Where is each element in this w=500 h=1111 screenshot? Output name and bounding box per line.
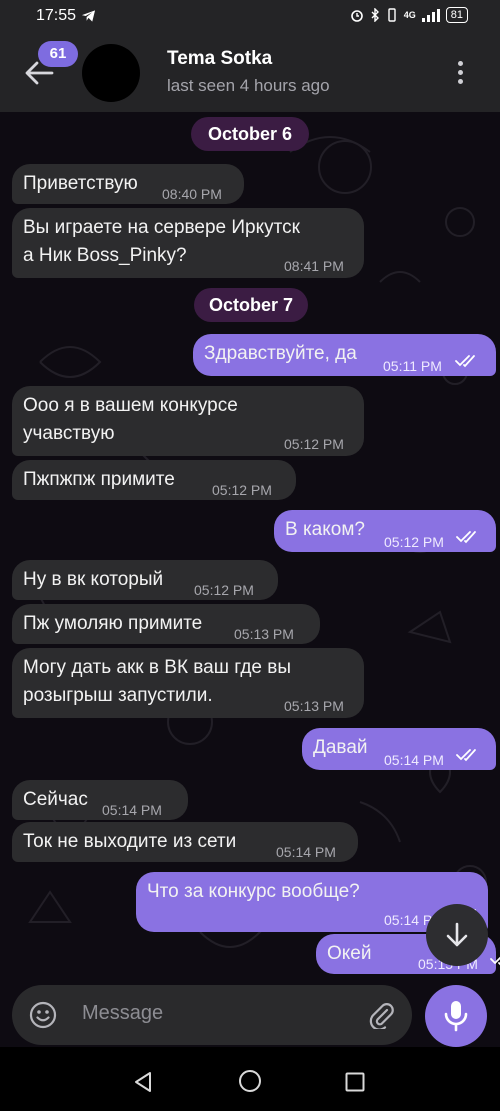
scroll-down-button[interactable] — [426, 904, 488, 966]
double-check-icon — [456, 749, 476, 762]
message-time: 05:12 PM — [284, 436, 344, 452]
message-time: 05:14 PM — [276, 844, 336, 860]
double-check-icon — [490, 956, 500, 966]
battery-level: 81 — [445, 7, 468, 23]
nav-recents-icon[interactable] — [345, 1072, 365, 1092]
incoming-message[interactable]: Ну в вк который 05:12 PM — [12, 560, 278, 600]
message-time: 05:13 PM — [234, 626, 294, 642]
incoming-message[interactable]: Приветствую 08:40 PM — [12, 164, 244, 204]
nav-home-icon[interactable] — [238, 1069, 262, 1093]
paperclip-icon[interactable] — [368, 1001, 394, 1029]
unread-badge: 61 — [38, 41, 78, 67]
alarm-icon — [350, 10, 363, 22]
message-input[interactable]: Message — [12, 985, 412, 1045]
microphone-icon — [444, 1001, 468, 1032]
bluetooth-icon — [371, 8, 379, 22]
contact-name[interactable]: Tema Sotka — [167, 48, 272, 70]
status-icons: 4G 81 — [350, 7, 468, 23]
message-time: 05:12 PM — [194, 582, 254, 598]
outgoing-message[interactable]: Давай 05:14 PM — [302, 728, 496, 770]
message-text: В каком? — [285, 519, 365, 540]
message-time: 08:40 PM — [162, 186, 222, 202]
message-text: Здравствуйте, да — [204, 343, 357, 364]
status-time: 17:55 — [36, 7, 77, 24]
system-navigation-bar — [0, 1047, 500, 1111]
incoming-message[interactable]: Могу дать акк в ВК ваш где вы розыгрыш з… — [12, 648, 364, 718]
signal-icon — [421, 9, 440, 22]
composer: Message — [0, 985, 500, 1047]
message-time: 05:12 PM — [384, 534, 444, 550]
incoming-message[interactable]: Сейчас 05:14 PM — [12, 780, 188, 820]
message-text: Пжпжпж примите — [23, 469, 175, 490]
message-text: Пж умоляю примите — [23, 613, 203, 634]
message-placeholder: Message — [82, 1002, 164, 1024]
double-check-icon — [456, 531, 476, 544]
nav-back-icon[interactable] — [133, 1071, 153, 1093]
date-separator: October 7 — [194, 288, 308, 322]
message-time: 05:14 PM — [102, 802, 162, 818]
message-text: Окей — [327, 943, 372, 964]
status-bar: 17:55 4G 81 — [0, 0, 500, 34]
chat-header: 61 Tema Sotka last seen 4 hours ago — [0, 34, 500, 112]
telegram-icon — [81, 10, 96, 22]
message-text: Ооо я в вашем конкурсе учавствую — [23, 395, 238, 444]
incoming-message[interactable]: Пж умоляю примите 05:13 PM — [12, 604, 320, 644]
message-text: Сейчас — [23, 789, 88, 810]
message-time: 05:12 PM — [212, 482, 272, 498]
message-time: 05:11 PM — [383, 358, 442, 374]
network-type: 4G — [403, 10, 416, 20]
message-time: 05:14 PM — [384, 752, 444, 768]
last-seen-status: last seen 4 hours ago — [167, 76, 330, 95]
message-text: Что за конкурс вообще? — [147, 881, 360, 902]
voice-record-button[interactable] — [425, 985, 487, 1047]
message-text: Приветствую — [23, 173, 138, 194]
smiley-icon[interactable] — [28, 1000, 58, 1030]
message-text: Ток не выходите из сети — [23, 831, 237, 852]
message-time: 05:13 PM — [284, 698, 344, 714]
vibrate-icon — [388, 8, 396, 22]
outgoing-message[interactable]: В каком? 05:12 PM — [274, 510, 496, 552]
double-check-icon — [455, 355, 475, 368]
avatar[interactable] — [82, 44, 140, 102]
message-time: 08:41 PM — [284, 258, 344, 274]
message-text: Вы играете на сервере Иркутск а Ник Boss… — [23, 217, 300, 266]
outgoing-message[interactable]: Здравствуйте, да 05:11 PM — [193, 334, 496, 376]
message-text: Ну в вк который — [23, 569, 164, 590]
incoming-message[interactable]: Ток не выходите из сети 05:14 PM — [12, 822, 358, 862]
incoming-message[interactable]: Пжпжпж примите 05:12 PM — [12, 460, 296, 500]
message-text: Могу дать акк в ВК ваш где вы розыгрыш з… — [23, 657, 292, 706]
chevron-down-icon — [446, 922, 468, 947]
message-text: Давай — [313, 737, 368, 758]
incoming-message[interactable]: Ооо я в вашем конкурсе учавствую 05:12 PM — [12, 386, 364, 456]
incoming-message[interactable]: Вы играете на сервере Иркутск а Ник Boss… — [12, 208, 364, 278]
date-separator: October 6 — [191, 117, 309, 151]
more-vertical-icon[interactable] — [452, 59, 468, 89]
